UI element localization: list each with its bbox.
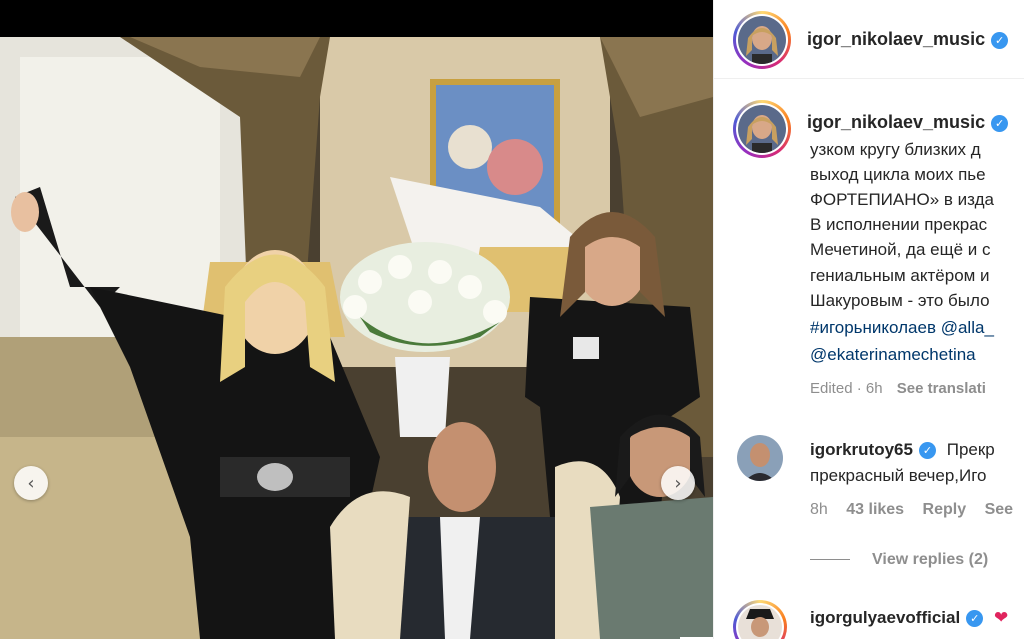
photo-illustration	[0, 37, 713, 639]
commenter-avatar[interactable]	[737, 435, 783, 481]
verified-badge-icon: ✓	[991, 115, 1009, 132]
comment-line-1: igorkrutoy65 ✓ Прекр	[810, 440, 995, 460]
reply-button[interactable]: Reply	[923, 501, 967, 518]
header-username[interactable]: igor_nikolaev_music ✓	[807, 29, 1009, 50]
comment-line-2: igorgulyaevofficial ✓ ❤	[810, 608, 1008, 628]
comment-username[interactable]: igorgulyaevofficial	[810, 608, 960, 627]
caption-line: ФОРТЕПИАНО» в изда	[810, 190, 994, 209]
caption-meta: Edited · 6h See translati	[810, 380, 986, 397]
comment-likes[interactable]: 43 likes	[846, 501, 904, 518]
caption-line: Мечетиной, да ещё и с	[810, 240, 991, 259]
post-photo[interactable]	[0, 37, 713, 639]
comment-username[interactable]: igorkrutoy65	[810, 440, 913, 459]
caption-line: В исполнении прекрас	[810, 215, 988, 234]
mention-link[interactable]: @ekaterinamechetina	[810, 345, 976, 365]
see-translation-button[interactable]: See	[985, 501, 1013, 518]
verified-badge-icon: ✓	[966, 610, 984, 627]
verified-badge-icon: ✓	[918, 442, 936, 459]
comments-panel: igor_nikolaev_music ✓ igor_nikolaev_music…	[713, 0, 1024, 639]
hashtag-links[interactable]: #игорьниколаев @alla_	[810, 318, 994, 338]
top-black-bar	[0, 0, 713, 37]
caption-line: Шакуровым - это было	[810, 291, 990, 310]
caption-line: гениальным актёром и	[810, 266, 990, 285]
caption-author-avatar	[738, 105, 786, 153]
chevron-right-icon: ›	[674, 472, 682, 494]
comment-meta: 8h 43 likes Reply See	[810, 501, 1013, 519]
replies-divider	[810, 559, 850, 560]
caption-avatar-story-ring[interactable]	[733, 100, 791, 158]
header-username-text[interactable]: igor_nikolaev_music	[807, 29, 985, 49]
caption-username-text[interactable]: igor_nikolaev_music	[807, 112, 985, 132]
caption-username[interactable]: igor_nikolaev_music ✓	[807, 112, 1009, 133]
next-photo-button[interactable]: ›	[661, 466, 695, 500]
commenter-avatar-story-ring[interactable]	[733, 600, 787, 639]
chevron-left-icon: ‹	[27, 472, 35, 494]
comment-text: Прекр	[946, 440, 995, 459]
heart-emoji: ❤	[993, 608, 1009, 627]
edited-timestamp: Edited · 6h	[810, 380, 883, 397]
see-translation-button[interactable]: See translati	[897, 380, 986, 397]
comment-text-continued: прекрасный вечер,Иго	[810, 466, 987, 485]
verified-badge-icon: ✓	[991, 32, 1009, 49]
caption-line: выход цикла моих пье	[810, 165, 986, 184]
previous-photo-button[interactable]: ‹	[14, 466, 48, 500]
commenter-avatar	[738, 605, 782, 639]
author-avatar	[738, 16, 786, 64]
author-avatar-story-ring[interactable]	[733, 11, 791, 69]
view-replies-button[interactable]: View replies (2)	[872, 551, 988, 569]
caption-line: узком кругу близких д	[810, 140, 981, 159]
comment-time: 8h	[810, 501, 828, 518]
post-header: igor_nikolaev_music ✓	[714, 0, 1024, 79]
